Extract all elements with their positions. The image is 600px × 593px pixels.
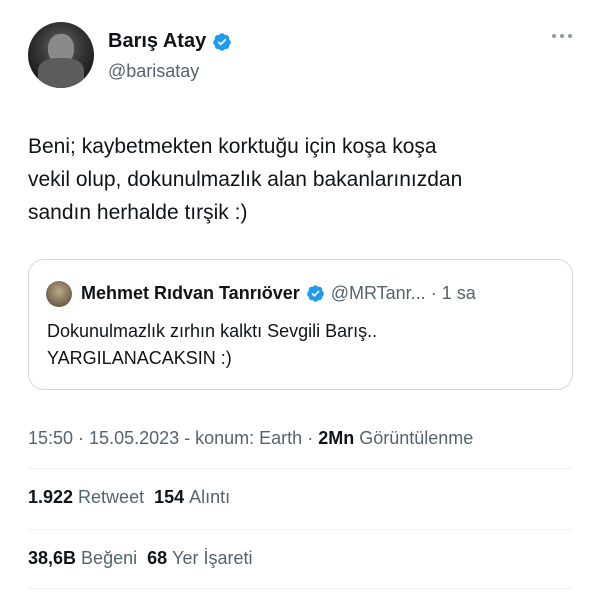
tweet-text: Beni; kaybetmekten korktuğu için koşa ko… (28, 130, 568, 229)
tweet-date[interactable]: 15.05.2023 (89, 428, 179, 449)
author-name-row: Barış Atay (108, 30, 232, 53)
divider (28, 468, 572, 469)
tweet-meta: 15:50 · 15.05.2023 - konum: Earth · 2Mn … (28, 428, 473, 449)
tweet-time[interactable]: 15:50 (28, 428, 73, 449)
likes-count: 38,6B (28, 548, 77, 568)
quoted-timestamp: 1 sa (441, 283, 476, 303)
author-handle[interactable]: @barisatay (108, 61, 199, 82)
retweets-label: Retweet (78, 487, 145, 507)
quoted-separator: · (430, 283, 437, 303)
more-dot (552, 34, 556, 38)
more-horizontal-icon[interactable] (552, 34, 572, 38)
verified-badge-icon (213, 32, 231, 51)
bookmarks-count: 68 (147, 548, 168, 568)
bookmarks-stat[interactable]: 68 Yer İşareti (147, 548, 252, 569)
quoted-author-avatar (46, 281, 72, 307)
divider (28, 529, 572, 530)
tweet-location: - konum: Earth (184, 428, 303, 448)
author-avatar[interactable] (28, 22, 94, 88)
verified-badge-icon (306, 285, 324, 302)
avatar-hands (38, 58, 84, 88)
tweet-text-line: sandın herhalde tırşik :) (28, 201, 248, 224)
meta-separator: · (307, 428, 314, 448)
tweet-text-line: Beni; kaybetmekten korktuğu için koşa ko… (28, 135, 437, 158)
quoted-text-line: Dokunulmazlık zırhın kalktı Sevgili Barı… (47, 321, 378, 341)
quotes-label: Alıntı (189, 487, 231, 507)
divider (28, 588, 572, 589)
views-count: 2Mn (318, 428, 355, 448)
views-label: Görüntülenme (359, 428, 474, 448)
author-display-name[interactable]: Barış Atay (108, 30, 206, 53)
retweets-count: 1.922 (28, 487, 74, 507)
likes-stat[interactable]: 38,6B Beğeni (28, 548, 137, 569)
tweet-card: Barış Atay @barisatay Beni; kaybetmekten… (0, 0, 600, 593)
bookmarks-label: Yer İşareti (172, 548, 253, 568)
quoted-author-name: Mehmet Rıdvan Tanrıöver (81, 283, 300, 303)
likes-label: Beğeni (81, 548, 138, 568)
meta-separator: · (78, 428, 85, 448)
more-dot (568, 34, 572, 38)
quoted-tweet-text: Dokunulmazlık zırhın kalktı Sevgili Barı… (47, 318, 377, 372)
retweets-stat[interactable]: 1.922 Retweet (28, 487, 144, 508)
engagement-row-retweets: 1.922 Retweet 154 Alıntı (28, 487, 230, 508)
quoted-tweet[interactable]: Mehmet Rıdvan Tanrıöver @MRTanr... · 1 s… (28, 259, 573, 390)
quoted-author-handle: @MRTanr... (330, 283, 426, 303)
quoted-text-line: YARGILANACAKSIN :) (47, 348, 232, 368)
quotes-count: 154 (154, 487, 185, 507)
quoted-tweet-header: Mehmet Rıdvan Tanrıöver @MRTanr... · 1 s… (81, 283, 476, 304)
quotes-stat[interactable]: 154 Alıntı (154, 487, 230, 508)
tweet-text-line: vekil olup, dokunulmazlık alan bakanları… (28, 168, 463, 191)
engagement-row-likes: 38,6B Beğeni 68 Yer İşareti (28, 548, 253, 569)
more-dot (560, 34, 564, 38)
